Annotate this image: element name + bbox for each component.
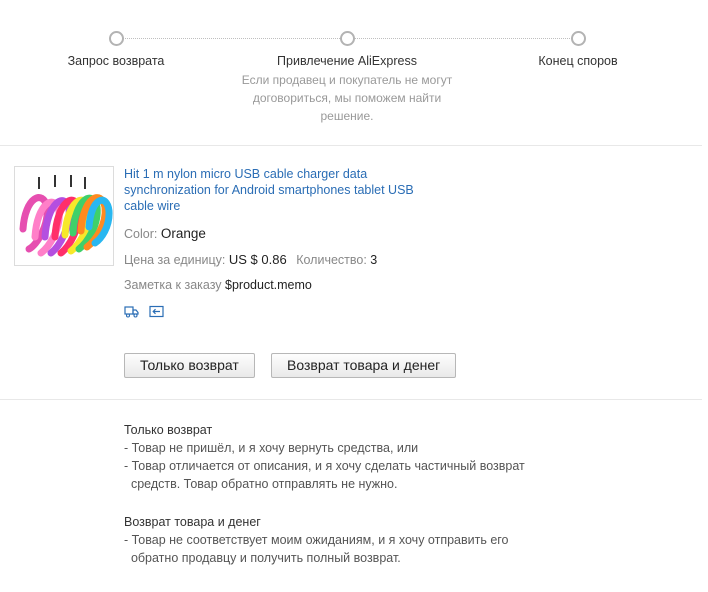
memo-value: $product.memo: [225, 278, 312, 292]
dispute-progress-steps: Запрос возврата Привлечение AliExpress К…: [0, 0, 708, 146]
divider-top: [0, 145, 702, 146]
price-value: US $ 0.86: [228, 252, 287, 267]
return-arrow-icon[interactable]: [149, 305, 164, 318]
refund-only-info-line: - Товар не пришёл, и я хочу вернуть сред…: [124, 441, 419, 455]
return-and-refund-info: Возврат товара и денег - Товар не соотве…: [124, 513, 584, 567]
refund-only-info-line: средств. Товар обратно отправлять не нуж…: [124, 477, 398, 491]
memo-label: Заметка к заказу: [124, 278, 222, 292]
step-1-dot: [109, 31, 124, 46]
product-image[interactable]: [14, 166, 114, 266]
color-label: Color:: [124, 227, 158, 241]
step-2-description: Если продавец и покупатель не могут дого…: [241, 73, 453, 123]
refund-only-info: Только возврат - Товар не пришёл, и я хо…: [124, 421, 584, 493]
shipping-truck-icon[interactable]: [124, 305, 139, 318]
refund-only-info-title: Только возврат: [124, 423, 213, 437]
product-color-row: Color: Orange: [124, 226, 206, 241]
refund-only-info-line: - Товар отличается от описания, и я хочу…: [124, 459, 525, 473]
divider-bottom: [0, 399, 702, 400]
step-2-dot: [340, 31, 355, 46]
return-and-refund-info-title: Возврат товара и денег: [124, 515, 261, 529]
return-and-refund-button[interactable]: Возврат товара и денег: [271, 353, 457, 378]
return-and-refund-info-line: - Товар не соответствует моим ожиданиям,…: [124, 533, 509, 547]
product-title-link[interactable]: Hit 1 m nylon micro USB cable charger da…: [124, 166, 434, 214]
quantity-value: 3: [370, 253, 378, 267]
return-and-refund-info-line: обратно продавцу и получить полный возвр…: [124, 551, 401, 565]
step-2-label: Привлечение AliExpress: [277, 54, 417, 68]
refund-only-button[interactable]: Только возврат: [124, 353, 255, 378]
color-value: Orange: [160, 226, 206, 241]
order-memo-row: Заметка к заказу $product.memo: [124, 278, 312, 292]
price-label: Цена за единицу:: [124, 253, 226, 267]
product-price-row: Цена за единицу: US $ 0.86 Количество: 3: [124, 252, 377, 267]
step-1-label: Запрос возврата: [67, 54, 165, 68]
quantity-label: Количество:: [296, 253, 367, 267]
step-3-dot: [571, 31, 586, 46]
step-3-label: Конец споров: [538, 54, 618, 68]
